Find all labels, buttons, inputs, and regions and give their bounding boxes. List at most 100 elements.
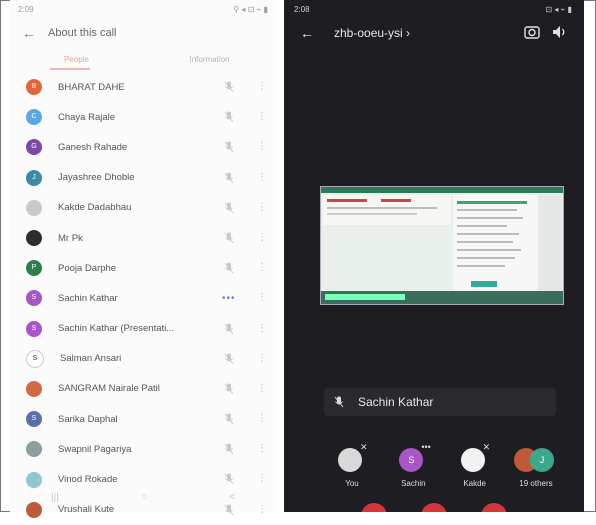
screen-share-preview[interactable] <box>320 186 564 305</box>
divider <box>276 0 284 512</box>
participant-name: BHARAT DAHE <box>58 81 125 93</box>
participant-list: B BHARAT DAHE ⋮ C Chaya Rajale ⋮ G Ganesh Rahad… <box>10 72 276 525</box>
more-options-icon[interactable]: ⋮ <box>257 261 267 275</box>
speaking-indicator-icon: ••• <box>421 442 431 452</box>
back-arrow-icon[interactable]: ← <box>22 25 42 41</box>
end-call-button[interactable] <box>481 503 507 512</box>
mic-off-icon <box>224 262 234 274</box>
more-options-icon[interactable]: ⋮ <box>257 442 267 456</box>
participant-row[interactable]: S Sachin Kathar ••• ⋮ <box>10 283 276 313</box>
avatar: P <box>26 260 42 277</box>
participant-name: Pooja Darphe <box>58 262 117 274</box>
participant-name: SANGRAM Nairale Patil <box>58 383 160 395</box>
back-button[interactable]: < <box>229 492 235 503</box>
tile-label: 19 others <box>519 479 553 488</box>
mic-off-icon <box>224 172 234 183</box>
avatar <box>26 199 42 216</box>
participant-row[interactable]: S Salman Ansari ⋮ <box>10 344 276 374</box>
tab-people[interactable]: People <box>10 55 143 64</box>
meeting-code[interactable]: zhb-ooeu-ysi › <box>334 26 410 40</box>
pinned-participant-bar[interactable]: Sachin Kathar <box>324 388 556 416</box>
more-options-icon[interactable]: ⋮ <box>257 171 267 185</box>
avatar <box>26 380 42 397</box>
more-options-icon[interactable]: ⋮ <box>257 110 267 124</box>
participant-row[interactable]: S Sachin Kathar (Presentati... ⋮ <box>10 314 276 344</box>
mic-off-icon: ✕ <box>360 442 368 452</box>
tab-information[interactable]: Information <box>143 55 276 64</box>
tile-label: You <box>345 479 359 488</box>
participant-name: Sachin Kathar (Presentati... <box>58 323 175 335</box>
participant-name: Salman Ansari <box>60 353 122 365</box>
avatar <box>338 448 362 472</box>
more-options-icon[interactable]: ⋮ <box>257 412 267 426</box>
camera-toggle-button[interactable] <box>421 503 447 512</box>
pinned-participant-name: Sachin Kathar <box>358 395 434 409</box>
mic-off-icon <box>224 202 234 214</box>
mic-off-icon <box>224 111 234 123</box>
more-options-icon[interactable]: ⋮ <box>257 291 267 305</box>
tile-kakde[interactable]: ✕ Kakde <box>447 440 503 490</box>
mic-off-icon <box>224 323 234 334</box>
more-options-icon[interactable]: ⋮ <box>257 382 267 396</box>
home-button[interactable]: ○ <box>141 492 147 503</box>
tile-you[interactable]: ✕ You <box>324 440 380 490</box>
meeting-view: 2:08 ⊡ ◂ ⌁ ▮ ← zhb-ooeu-ysi › Sachin Kat… <box>284 0 584 512</box>
tile-label: Sachin <box>401 479 426 488</box>
more-options-icon[interactable]: ⋮ <box>257 352 267 366</box>
status-icons: ⚲ ◂ ⊡ ⌁ ▮ <box>233 4 268 14</box>
meeting-code-label: zhb-ooeu-ysi <box>334 26 403 40</box>
tile-label: Kakde <box>463 479 486 488</box>
more-options-icon[interactable]: ⋮ <box>257 231 267 245</box>
avatar: B <box>26 79 42 96</box>
mic-toggle-button[interactable] <box>361 503 387 512</box>
participant-row[interactable]: Mr Pk ⋮ <box>10 223 276 253</box>
tabs: People Information <box>10 48 276 70</box>
participant-row[interactable]: G Ganesh Rahade ⋮ <box>10 132 276 162</box>
avatar: G <box>26 139 42 156</box>
mic-off-icon <box>224 383 234 395</box>
participant-row[interactable]: Swapnil Pagariya ⋮ <box>10 434 276 464</box>
avatar <box>26 230 42 247</box>
participant-row[interactable]: P Pooja Darphe ⋮ <box>10 253 276 283</box>
participant-row[interactable]: Kakde Dadabhau ⋮ <box>10 193 276 223</box>
participant-row[interactable]: C Chaya Rajale ⋮ <box>10 102 276 132</box>
status-time: 2:09 <box>18 4 34 14</box>
participants-panel: 2:09 ⚲ ◂ ⊡ ⌁ ▮ ← About this call People … <box>10 0 276 518</box>
speaker-icon[interactable] <box>552 25 568 39</box>
mic-off-icon: ✕ <box>482 442 491 452</box>
system-nav-bar: ||| ○ < <box>10 484 276 510</box>
back-arrow-icon[interactable]: ← <box>300 25 314 41</box>
participant-name: Jayashree Dhoble <box>58 172 135 184</box>
participant-name: Sarika Daphal <box>58 413 118 425</box>
avatar: S <box>26 349 44 368</box>
more-options-icon[interactable]: ⋮ <box>257 80 267 94</box>
participant-name: Mr Pk <box>58 232 83 244</box>
mic-off-icon <box>224 141 234 153</box>
participant-name: Ganesh Rahade <box>58 141 128 153</box>
tile-others[interactable]: J 19 others <box>508 440 564 490</box>
status-icons: ⊡ ◂ ⌁ ▮ <box>545 4 572 14</box>
participant-row[interactable]: S Sarika Daphal ⋮ <box>10 404 276 434</box>
participant-tiles: ✕ You S ••• Sachin ✕ Kakde J 19 others <box>324 440 564 490</box>
avatar: S <box>26 411 42 428</box>
participant-row[interactable]: J Jayashree Dhoble ⋮ <box>10 163 276 193</box>
switch-camera-icon[interactable] <box>524 24 540 40</box>
recent-apps-button[interactable]: ||| <box>51 492 59 503</box>
status-bar: 2:09 ⚲ ◂ ⊡ ⌁ ▮ <box>10 0 276 18</box>
avatar: S <box>26 290 42 307</box>
participant-row[interactable]: B BHARAT DAHE ⋮ <box>10 72 276 102</box>
status-time: 2:08 <box>294 4 310 14</box>
more-options-icon[interactable]: ⋮ <box>257 322 267 336</box>
participant-name: Sachin Kathar <box>58 292 118 304</box>
avatar <box>460 448 485 472</box>
participant-row[interactable]: SANGRAM Nairale Patil ⋮ <box>10 374 276 404</box>
tile-sachin[interactable]: S ••• Sachin <box>385 440 441 490</box>
more-options-icon[interactable]: ⋮ <box>257 201 267 215</box>
avatar: S <box>26 320 42 337</box>
more-options-icon[interactable]: ⋮ <box>257 140 267 154</box>
mic-off-icon <box>334 396 344 408</box>
mic-off-icon <box>224 443 234 455</box>
status-bar: 2:08 ⊡ ◂ ⌁ ▮ <box>284 0 584 18</box>
participant-name: Swapnil Pagariya <box>58 443 132 455</box>
mic-off-icon <box>224 232 234 244</box>
